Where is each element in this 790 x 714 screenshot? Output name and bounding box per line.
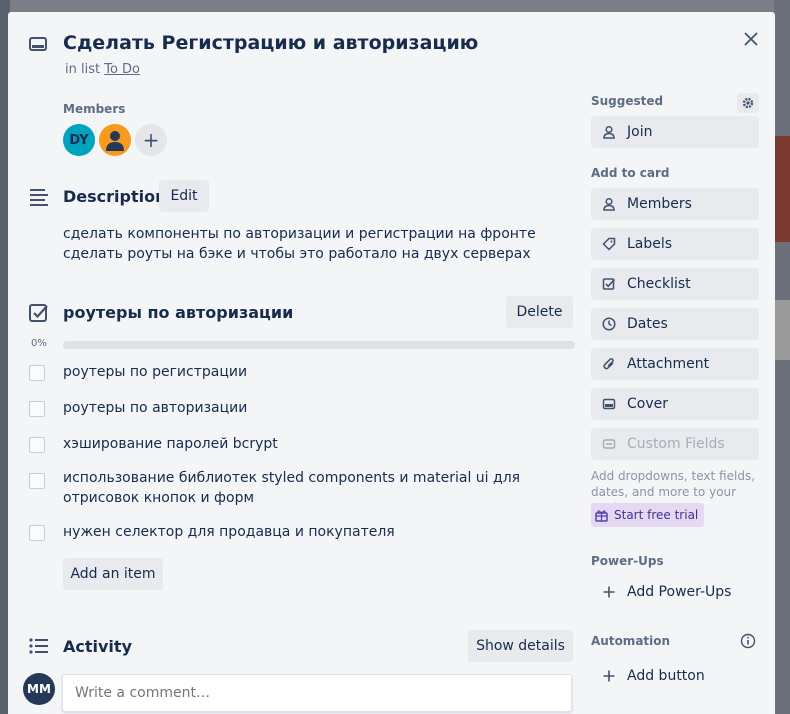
checklist-item-checkbox[interactable] xyxy=(29,401,45,417)
list-info: in list To Do xyxy=(65,62,140,77)
trial-label: Start free trial xyxy=(614,508,699,522)
dates-button-label: Dates xyxy=(627,316,668,332)
current-user-avatar[interactable]: MM xyxy=(23,673,55,705)
edit-description-button[interactable]: Edit xyxy=(159,180,209,212)
add-checklist-item-button[interactable]: Add an item xyxy=(63,558,163,590)
info-icon xyxy=(740,633,756,649)
automation-info-button[interactable] xyxy=(739,632,757,650)
checklist-icon xyxy=(28,302,50,324)
checklist-progress-percent: 0% xyxy=(31,338,47,349)
board-list-fragment-light xyxy=(774,300,790,360)
join-label: Join xyxy=(627,124,653,140)
cover-icon xyxy=(601,396,617,412)
attachment-button[interactable]: Attachment xyxy=(591,348,759,380)
checklist-title[interactable]: роутеры по авторизации xyxy=(63,303,293,322)
comment-input[interactable] xyxy=(62,674,572,712)
checklist-item-checkbox[interactable] xyxy=(29,437,45,453)
description-line-1: сделать компоненты по авторизации и реги… xyxy=(63,226,536,242)
start-free-trial-button[interactable]: Start free trial xyxy=(591,503,705,527)
close-button[interactable] xyxy=(736,24,766,54)
add-button-label: Add button xyxy=(627,668,705,684)
gear-icon xyxy=(742,97,754,109)
person-icon xyxy=(601,196,617,212)
checklist-item-text[interactable]: роутеры по регистрации xyxy=(63,362,247,382)
activity-title: Activity xyxy=(63,637,132,656)
power-ups-label: Power-Ups xyxy=(591,554,664,568)
add-to-card-label: Add to card xyxy=(591,166,670,180)
description-title: Description xyxy=(63,187,167,206)
add-power-ups-button[interactable]: Add Power-Ups xyxy=(591,576,759,608)
checklist-item-text[interactable]: хэширование паролей bcrypt xyxy=(63,434,278,454)
card-title[interactable]: Сделать Регистрацию и авторизацию xyxy=(63,32,478,54)
checklist-item-text-line-1: использование библиотек styled component… xyxy=(63,470,521,486)
clock-icon xyxy=(601,316,617,332)
user-silhouette-icon xyxy=(106,131,124,151)
members-button-label: Members xyxy=(627,196,692,212)
members-label: Members xyxy=(63,102,126,116)
description-icon xyxy=(28,186,50,208)
member-avatar-dy[interactable]: DY xyxy=(63,124,95,156)
plus-icon xyxy=(601,668,617,684)
checklist-button-label: Checklist xyxy=(627,276,691,292)
attachment-button-label: Attachment xyxy=(627,356,710,372)
automation-label: Automation xyxy=(591,634,671,648)
list-link[interactable]: To Do xyxy=(104,62,140,77)
checklist-button[interactable]: Checklist xyxy=(591,268,759,300)
cover-button[interactable]: Cover xyxy=(591,388,759,420)
cover-button-label: Cover xyxy=(627,396,668,412)
paperclip-icon xyxy=(601,356,617,372)
checklist-item-checkbox[interactable] xyxy=(29,473,45,489)
checklist-progress-bar xyxy=(63,341,575,349)
activity-icon xyxy=(28,635,50,657)
members-button[interactable]: Members xyxy=(591,188,759,220)
checklist-item-text-line-2: отрисовок кнопок и форм xyxy=(63,490,255,506)
custom-fields-button[interactable]: Custom Fields xyxy=(591,428,759,460)
labels-button[interactable]: Labels xyxy=(591,228,759,260)
trial-gift-icon xyxy=(595,509,608,522)
show-details-button[interactable]: Show details xyxy=(468,630,573,662)
checklist-item-checkbox[interactable] xyxy=(29,525,45,541)
custom-fields-button-label: Custom Fields xyxy=(627,436,725,452)
dates-button[interactable]: Dates xyxy=(591,308,759,340)
person-icon xyxy=(601,124,617,140)
suggested-settings-button[interactable] xyxy=(737,93,759,113)
description-text[interactable]: сделать компоненты по авторизации и реги… xyxy=(63,224,536,264)
add-power-ups-label: Add Power-Ups xyxy=(627,584,732,600)
checklist-item-text[interactable]: использование библиотек styled component… xyxy=(63,468,520,508)
checklist-icon xyxy=(601,276,617,292)
join-button[interactable]: Join xyxy=(591,116,759,148)
suggested-label: Suggested xyxy=(591,94,664,108)
delete-checklist-button[interactable]: Delete xyxy=(506,296,573,328)
member-avatar-user[interactable] xyxy=(99,124,131,156)
custom-fields-icon xyxy=(601,436,617,452)
description-line-2: сделать роуты на бэке и чтобы это работа… xyxy=(63,246,531,262)
checklist-item-checkbox[interactable] xyxy=(29,365,45,381)
plus-icon xyxy=(601,584,617,600)
card-icon xyxy=(28,34,48,54)
tag-icon xyxy=(601,236,617,252)
close-icon xyxy=(744,32,758,46)
labels-button-label: Labels xyxy=(627,236,673,252)
add-member-button[interactable]: + xyxy=(135,124,167,156)
card-detail-modal: Сделать Регистрацию и авторизацию in lis… xyxy=(8,12,775,714)
add-button-button[interactable]: Add button xyxy=(591,660,759,692)
board-list-fragment xyxy=(774,136,790,242)
in-list-prefix: in list xyxy=(65,62,101,77)
checklist-item-text[interactable]: роутеры по авторизации xyxy=(63,398,247,418)
checklist-item-text[interactable]: нужен селектор для продавца и покупателя xyxy=(63,522,395,542)
